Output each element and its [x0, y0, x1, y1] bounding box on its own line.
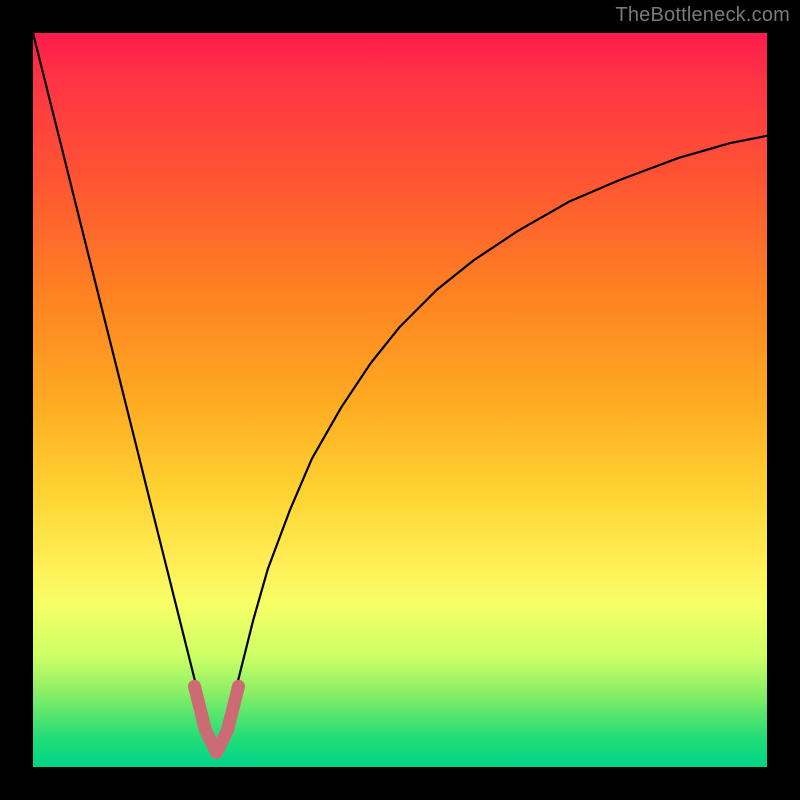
- chart-frame: TheBottleneck.com: [0, 0, 800, 800]
- plot-area: [33, 33, 767, 767]
- curve-layer: [33, 33, 767, 767]
- accent-minimum: [195, 686, 239, 752]
- watermark-text: TheBottleneck.com: [615, 4, 790, 27]
- bottleneck-curve: [33, 33, 767, 752]
